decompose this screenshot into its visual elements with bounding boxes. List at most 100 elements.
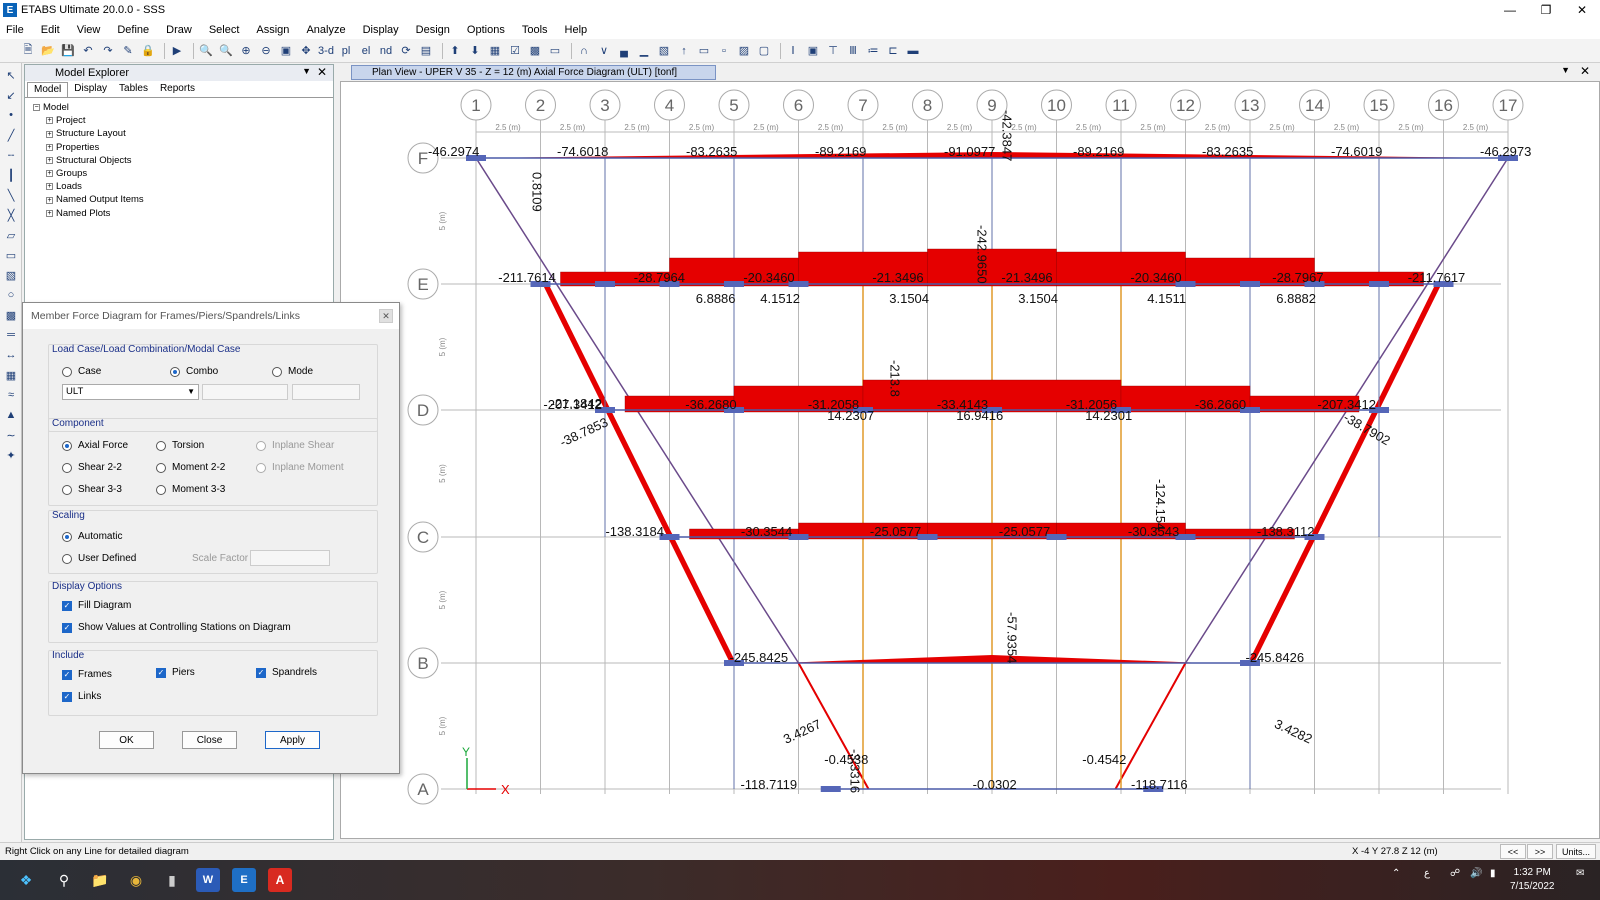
axial-force-diagram[interactable]: 1 2.5 (m) 2 2.5 (m) 3 2.5 (m) 4 2.5 (m) 5 2.5 (m)…: [341, 82, 1599, 838]
spandrels-checkbox[interactable]: ✓ Spandrels: [256, 667, 317, 678]
fill-diagram-checkbox[interactable]: ✓ Fill Diagram: [62, 600, 131, 611]
piers-checkbox[interactable]: ✓ Piers: [156, 667, 195, 678]
mode-radio[interactable]: Mode: [272, 366, 313, 377]
draw-link-icon[interactable]: ∼: [3, 427, 19, 443]
new-model-icon[interactable]: 🗎: [20, 43, 36, 59]
view-3d-button[interactable]: 3-d: [318, 43, 334, 59]
checkbox-checked-icon[interactable]: ✓: [156, 667, 166, 678]
combo-radio[interactable]: Combo: [170, 366, 218, 377]
draw-dimension-icon[interactable]: ↔: [3, 347, 19, 363]
search-icon[interactable]: ⚲: [52, 868, 76, 892]
section-h-icon[interactable]: Ⅲ: [845, 43, 861, 59]
menu-draw[interactable]: Draw: [166, 24, 192, 36]
lock-icon[interactable]: 🔒: [140, 43, 156, 59]
user-defined-radio[interactable]: User Defined: [62, 553, 136, 564]
joint-icon[interactable]: ↑: [676, 43, 692, 59]
tab-tables[interactable]: Tables: [113, 82, 154, 97]
expand-icon[interactable]: +: [46, 170, 53, 178]
draw-column-icon[interactable]: ┃: [3, 167, 19, 183]
plan-view-canvas[interactable]: 1 2.5 (m) 2 2.5 (m) 3 2.5 (m) 4 2.5 (m) 5 2.5 (m)…: [340, 81, 1600, 839]
draw-wall-icon[interactable]: ▧: [3, 267, 19, 283]
elevation-view-button[interactable]: el: [358, 43, 374, 59]
reshape-icon[interactable]: ↙: [3, 87, 19, 103]
draw-rect-icon[interactable]: ▭: [3, 247, 19, 263]
automatic-radio[interactable]: Automatic: [62, 531, 122, 542]
beam-icon[interactable]: ▁: [636, 43, 652, 59]
taskbar-clock[interactable]: 1:32 PM 7/15/2022: [1510, 866, 1555, 894]
axial-force-radio[interactable]: Axial Force: [62, 440, 128, 451]
section-line-icon[interactable]: ▬: [905, 43, 921, 59]
expand-icon[interactable]: +: [46, 196, 53, 204]
language-icon[interactable]: ع: [1424, 868, 1430, 879]
radio-icon[interactable]: [62, 462, 72, 473]
plan-view-button[interactable]: pl: [338, 43, 354, 59]
beam-end-marker[interactable]: [1369, 281, 1389, 287]
next-button[interactable]: >>: [1527, 844, 1553, 859]
tab-model[interactable]: Model: [27, 82, 69, 97]
show-forces-icon[interactable]: ▭: [547, 43, 563, 59]
prev-button[interactable]: <<: [1500, 844, 1526, 859]
zoom-in-icon[interactable]: ⊕: [238, 43, 254, 59]
tab-display[interactable]: Display: [68, 82, 113, 97]
tray-chevron-icon[interactable]: ⌃: [1392, 868, 1400, 879]
perspective-icon[interactable]: ▤: [418, 43, 434, 59]
radio-icon[interactable]: [62, 440, 72, 451]
set-display-icon[interactable]: ☑: [507, 43, 523, 59]
torsion-radio[interactable]: Torsion: [156, 440, 204, 451]
zoom-restore-icon[interactable]: 🔍: [218, 43, 234, 59]
apply-button[interactable]: Apply: [265, 731, 320, 749]
draw-reference-icon[interactable]: ▲: [3, 407, 19, 423]
menu-view[interactable]: View: [77, 24, 101, 36]
case-radio[interactable]: Case: [62, 366, 101, 377]
draw-opening-icon[interactable]: ○: [3, 287, 19, 303]
diagonal-force-right[interactable]: [1248, 284, 1442, 663]
section-i-icon[interactable]: Ⅰ: [785, 43, 801, 59]
radio-icon[interactable]: [272, 366, 282, 377]
dialog-close-icon[interactable]: ✕: [379, 309, 393, 323]
column-icon[interactable]: ▄: [616, 43, 632, 59]
radio-icon[interactable]: [62, 484, 72, 495]
checkbox-checked-icon[interactable]: ✓: [62, 669, 72, 680]
tree-item-named-output-items[interactable]: + Named Output Items: [46, 193, 333, 206]
deck-icon[interactable]: ▫: [716, 43, 732, 59]
expand-icon[interactable]: +: [46, 209, 53, 217]
beam-end-marker[interactable]: [820, 786, 841, 792]
windows-start-icon[interactable]: ❖: [14, 868, 38, 892]
tree-item-named-plots[interactable]: + Named Plots: [46, 207, 333, 220]
beam-end-marker[interactable]: [1240, 281, 1260, 287]
minimize-icon[interactable]: —: [1492, 0, 1528, 20]
word-icon[interactable]: W: [196, 868, 220, 892]
shear-22-radio[interactable]: Shear 2-2: [62, 462, 122, 473]
draw-brace-icon[interactable]: ╲: [3, 187, 19, 203]
units-button[interactable]: Units...: [1556, 844, 1596, 859]
draw-point-icon[interactable]: ✦: [3, 447, 19, 463]
checkbox-checked-icon[interactable]: ✓: [62, 622, 72, 633]
expand-icon[interactable]: +: [46, 117, 53, 125]
pointer-icon[interactable]: ↖: [3, 67, 19, 83]
expand-icon[interactable]: +: [46, 183, 53, 191]
undo-icon[interactable]: ↶: [80, 43, 96, 59]
menu-assign[interactable]: Assign: [256, 24, 289, 36]
menu-edit[interactable]: Edit: [41, 24, 60, 36]
volume-icon[interactable]: 🔊: [1470, 868, 1482, 879]
expand-icon[interactable]: +: [46, 143, 53, 151]
redo-icon[interactable]: ↷: [100, 43, 116, 59]
links-checkbox[interactable]: ✓ Links: [62, 691, 101, 702]
menu-define[interactable]: Define: [117, 24, 149, 36]
maximize-icon[interactable]: ❐: [1528, 0, 1564, 20]
battery-icon[interactable]: ▮: [1490, 868, 1496, 879]
menu-display[interactable]: Display: [363, 24, 399, 36]
menu-select[interactable]: Select: [209, 24, 240, 36]
radio-icon[interactable]: [62, 553, 72, 564]
move-down-icon[interactable]: ⬇: [467, 43, 483, 59]
display-options-icon[interactable]: ▩: [527, 43, 543, 59]
zoom-out-icon[interactable]: ⊖: [258, 43, 274, 59]
pan-icon[interactable]: ✥: [298, 43, 314, 59]
chrome-icon[interactable]: ◉: [124, 868, 148, 892]
menu-design[interactable]: Design: [416, 24, 450, 36]
wall-icon[interactable]: ▧: [656, 43, 672, 59]
tree-item-structural-objects[interactable]: + Structural Objects: [46, 154, 333, 167]
quick-draw-beam-icon[interactable]: ╌: [3, 147, 19, 163]
draw-area-icon[interactable]: ▱: [3, 227, 19, 243]
draw-cross-brace-icon[interactable]: ╳: [3, 207, 19, 223]
